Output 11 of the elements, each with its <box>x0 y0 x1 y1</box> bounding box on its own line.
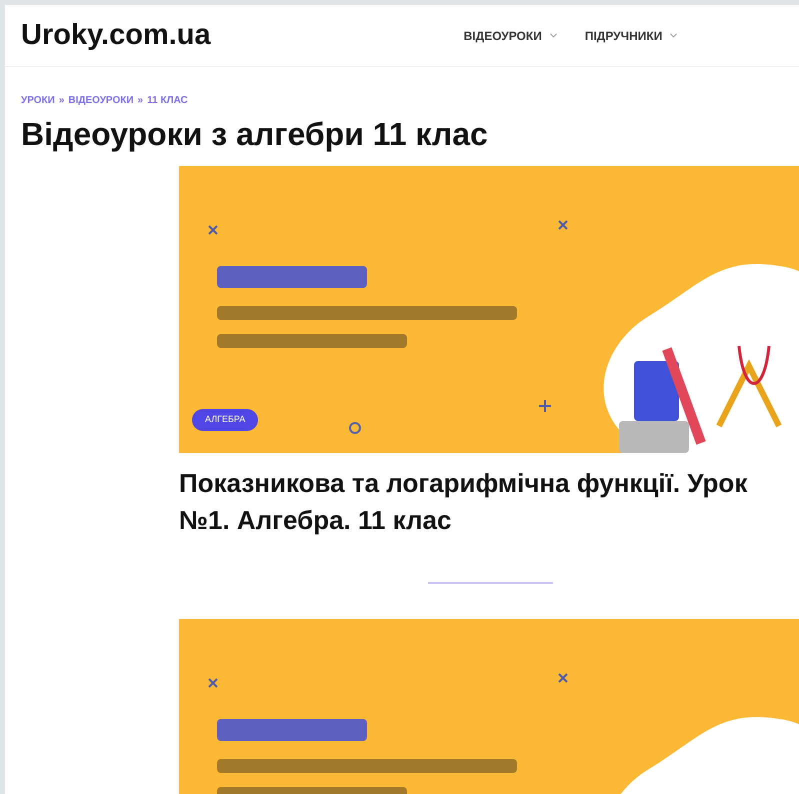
breadcrumb-link[interactable]: ВІДЕОУРОКИ <box>68 93 134 108</box>
post-title[interactable]: Показникова та логарифмічна функції. Урок №1. Алгебра. 11 клас <box>179 465 789 539</box>
category-badge[interactable]: АЛГЕБРА <box>192 409 258 430</box>
breadcrumb-separator: » <box>58 94 64 108</box>
breadcrumb-link[interactable]: 11 КЛАС <box>147 93 188 108</box>
nav-menu-item[interactable]: ВІДЕОУРОКИ <box>464 26 559 44</box>
page-title: Відеоуроки з алгебри 11 клас <box>20 115 489 154</box>
nav-menu-item[interactable]: ПІДРУЧНИКИ <box>584 26 680 44</box>
site-logo[interactable]: Uroky.com.ua <box>21 14 211 58</box>
breadcrumb-link[interactable]: УРОКИ <box>21 93 55 108</box>
breadcrumb-separator: » <box>138 94 144 108</box>
